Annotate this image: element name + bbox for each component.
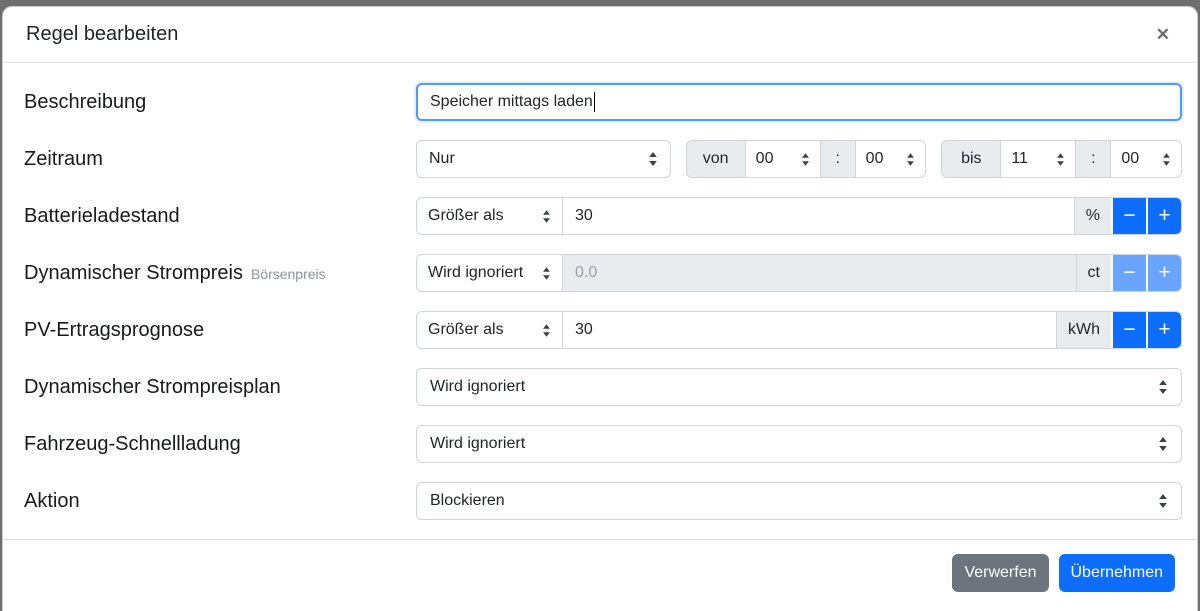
select-value: Blockieren (430, 492, 505, 510)
select-value: Wird ignoriert (430, 378, 525, 396)
row-zeitraum: Zeitraum Nur von 00 : 00 (24, 140, 1183, 178)
colon-addon: : (1075, 141, 1110, 177)
submit-button[interactable]: Übernehmen (1059, 554, 1176, 592)
strompreis-increment-button: + (1146, 255, 1181, 291)
beschreibung-input[interactable]: Speicher mittags laden (416, 83, 1182, 121)
label-strompreisplan: Dynamischer Strompreisplan (24, 376, 416, 399)
label-aktion: Aktion (24, 490, 416, 513)
pv-operator-select[interactable]: Größer als (417, 312, 563, 348)
select-value: Nur (429, 150, 455, 168)
cancel-button[interactable]: Verwerfen (952, 554, 1048, 592)
select-arrows-icon (1158, 436, 1168, 452)
row-schnellladung: Fahrzeug-Schnellladung Wird ignoriert (24, 425, 1183, 463)
strompreis-group: Wird ignoriert ct − + (416, 254, 1182, 292)
row-beschreibung: Beschreibung Speicher mittags laden (24, 83, 1183, 121)
select-value: Größer als (428, 207, 504, 225)
pv-increment-button[interactable]: + (1146, 312, 1181, 348)
label-text: Fahrzeug-Schnellladung (24, 433, 241, 456)
row-pv-prognose: PV-Ertragsprognose Größer als kWh − + (24, 311, 1183, 349)
ct-unit-addon: ct (1076, 255, 1111, 291)
label-text: Beschreibung (24, 91, 146, 114)
close-icon[interactable]: ✕ (1152, 22, 1174, 47)
label-batterieladestand: Batterieladestand (24, 205, 416, 228)
label-text: Dynamischer Strompreisplan (24, 376, 281, 399)
label-zeitraum: Zeitraum (24, 148, 416, 171)
from-minute-select[interactable]: 00 (855, 141, 926, 177)
bis-addon: bis (942, 141, 1000, 177)
pv-value-input[interactable] (563, 312, 1056, 348)
label-pv-prognose: PV-Ertragsprognose (24, 319, 416, 342)
select-arrows-icon (1158, 493, 1168, 509)
von-addon: von (687, 141, 745, 177)
select-arrows-icon (648, 151, 658, 167)
row-aktion: Aktion Blockieren (24, 482, 1183, 520)
select-value: 00 (1121, 150, 1139, 168)
batterieladestand-value-input[interactable] (563, 198, 1074, 234)
modal-header: Regel bearbeiten ✕ (3, 7, 1197, 63)
label-text: Zeitraum (24, 148, 103, 171)
batterieladestand-increment-button[interactable]: + (1146, 198, 1181, 234)
pv-decrement-button[interactable]: − (1111, 312, 1146, 348)
text-cursor (594, 92, 596, 112)
row-strompreisplan: Dynamischer Strompreisplan Wird ignorier… (24, 368, 1183, 406)
label-beschreibung: Beschreibung (24, 91, 416, 114)
select-arrows-icon (1158, 379, 1168, 395)
percent-unit-addon: % (1074, 198, 1111, 234)
select-value: Wird ignoriert (430, 435, 525, 453)
time-from-group: von 00 : 00 (686, 140, 927, 178)
select-value: 00 (866, 150, 884, 168)
schnellladung-select[interactable]: Wird ignoriert (416, 425, 1182, 463)
until-minute-select[interactable]: 00 (1110, 141, 1181, 177)
label-text: PV-Ertragsprognose (24, 319, 204, 342)
select-arrows-icon (801, 152, 810, 167)
select-arrows-icon (1162, 152, 1171, 167)
until-hour-select[interactable]: 11 (1000, 141, 1075, 177)
modal-footer: Verwerfen Übernehmen (3, 539, 1197, 606)
row-strompreis: Dynamischer Strompreis Börsenpreis Wird … (24, 254, 1183, 292)
strompreisplan-select[interactable]: Wird ignoriert (416, 368, 1182, 406)
row-batterieladestand: Batterieladestand Größer als % − + (24, 197, 1183, 235)
strompreis-value-input (563, 255, 1076, 291)
time-until-group: bis 11 : 00 (941, 140, 1182, 178)
label-text: Dynamischer Strompreis (24, 262, 243, 285)
label-text: Aktion (24, 490, 80, 513)
select-value: 00 (756, 150, 774, 168)
select-value: 11 (1011, 150, 1028, 168)
beschreibung-value: Speicher mittags laden (430, 93, 593, 111)
pv-prognose-group: Größer als kWh − + (416, 311, 1182, 349)
label-schnellladung: Fahrzeug-Schnellladung (24, 433, 416, 456)
select-arrows-icon (542, 209, 551, 224)
select-arrows-icon (542, 323, 551, 338)
select-arrows-icon (542, 266, 551, 281)
label-text: Batterieladestand (24, 205, 180, 228)
select-value: Wird ignoriert (428, 264, 523, 282)
select-arrows-icon (906, 152, 915, 167)
colon-addon: : (820, 141, 855, 177)
batterieladestand-decrement-button[interactable]: − (1111, 198, 1146, 234)
label-strompreis: Dynamischer Strompreis Börsenpreis (24, 262, 416, 285)
modal-title: Regel bearbeiten (26, 23, 178, 46)
strompreis-decrement-button: − (1111, 255, 1146, 291)
batterieladestand-group: Größer als % − + (416, 197, 1182, 235)
label-sublabel: Börsenpreis (251, 266, 326, 282)
aktion-select[interactable]: Blockieren (416, 482, 1182, 520)
kwh-unit-addon: kWh (1056, 312, 1111, 348)
strompreis-operator-select[interactable]: Wird ignoriert (417, 255, 563, 291)
select-value: Größer als (428, 321, 504, 339)
from-hour-select[interactable]: 00 (745, 141, 820, 177)
edit-rule-modal: Regel bearbeiten ✕ Beschreibung Speicher… (2, 6, 1198, 611)
modal-body: Beschreibung Speicher mittags laden Zeit… (3, 63, 1197, 520)
select-arrows-icon (1056, 152, 1065, 167)
zeitraum-mode-select[interactable]: Nur (416, 140, 671, 178)
batterieladestand-operator-select[interactable]: Größer als (417, 198, 563, 234)
